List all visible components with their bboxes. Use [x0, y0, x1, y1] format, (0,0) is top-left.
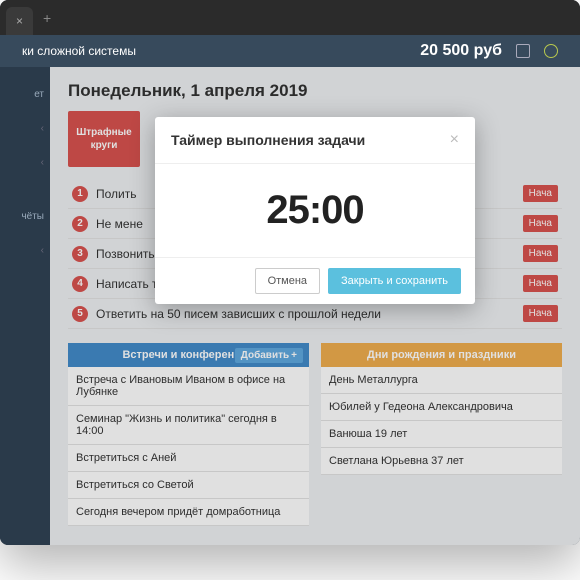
- save-button[interactable]: Закрыть и сохранить: [328, 268, 461, 294]
- header-subtitle: ки сложной системы: [22, 44, 136, 58]
- flag-icon[interactable]: [516, 44, 530, 58]
- tab-close-icon[interactable]: ×: [16, 14, 23, 28]
- sidebar-item-3[interactable]: [0, 145, 50, 179]
- sidebar-item-4[interactable]: [0, 233, 50, 267]
- app-window: × + ки сложной системы 20 500 руб ет чёт…: [0, 0, 580, 545]
- balance-amount: 20 500 руб: [420, 42, 502, 60]
- sidebar: ет чёты: [0, 67, 50, 545]
- sidebar-item-2[interactable]: [0, 111, 50, 145]
- bulb-icon[interactable]: [544, 44, 558, 58]
- browser-tabbar: × +: [0, 0, 580, 35]
- app-header: ки сложной системы 20 500 руб: [0, 35, 580, 67]
- timer-value: 25:00: [155, 188, 475, 233]
- main-content: Понедельник, 1 апреля 2019 Штрафные круг…: [50, 67, 580, 545]
- modal-overlay[interactable]: Таймер выполнения задачи × 25:00 Отмена …: [50, 67, 580, 545]
- modal-title: Таймер выполнения задачи: [171, 132, 365, 148]
- browser-tab[interactable]: ×: [6, 7, 33, 35]
- sidebar-item-1[interactable]: ет: [0, 77, 50, 111]
- close-icon[interactable]: ×: [450, 131, 459, 149]
- cancel-button[interactable]: Отмена: [255, 268, 320, 294]
- new-tab-icon[interactable]: +: [43, 10, 51, 26]
- timer-modal: Таймер выполнения задачи × 25:00 Отмена …: [155, 117, 475, 304]
- sidebar-item-reports[interactable]: чёты: [0, 199, 50, 233]
